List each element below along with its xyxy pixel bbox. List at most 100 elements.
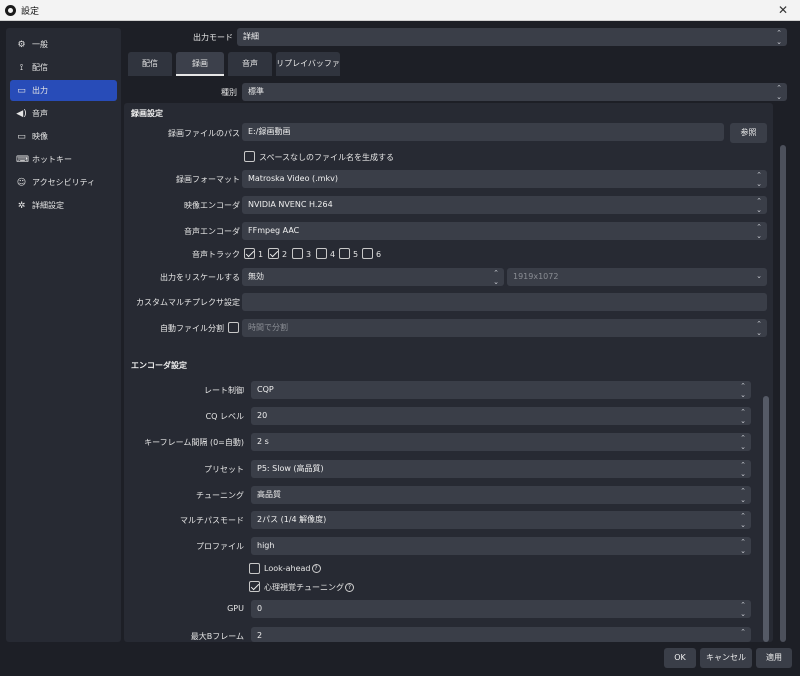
psycho-visual-tuning-checkbox[interactable] bbox=[249, 581, 260, 592]
settings-sidebar: ⚙ 一般 ⟟ 配信 ▭ 出力 ◀) 音声 ▭ 映像 ⌨ ホットキー ☺ アクセシ… bbox=[6, 28, 121, 642]
rescale-label: 出力をリスケールする bbox=[160, 273, 240, 282]
keyboard-icon: ⌨ bbox=[16, 154, 29, 165]
updown-icon: ⌃ ⌄ bbox=[740, 434, 746, 451]
track-4-label: 4 bbox=[330, 250, 336, 259]
apply-button[interactable]: 適用 bbox=[756, 648, 792, 668]
track-2-checkbox[interactable] bbox=[268, 248, 279, 259]
track-1-checkbox[interactable] bbox=[244, 248, 255, 259]
audio-encoder-select[interactable]: FFmpeg AAC ⌃ ⌄ bbox=[242, 222, 767, 240]
recording-path-input[interactable]: E:/録画動画 bbox=[242, 123, 724, 141]
tab-replay-buffer[interactable]: リプレイバッファ bbox=[276, 52, 340, 76]
cancel-button[interactable]: キャンセル bbox=[700, 648, 752, 668]
rescale-select[interactable]: 無効 ⌃ ⌄ bbox=[242, 268, 504, 286]
updown-icon: ⌃ ⌄ bbox=[740, 601, 746, 618]
sidebar-item-output[interactable]: ▭ 出力 bbox=[10, 80, 117, 101]
updown-icon: ⌃ ⌄ bbox=[756, 223, 762, 240]
gpu-stepper[interactable]: 0 ⌃ ⌄ bbox=[251, 600, 751, 618]
lookahead-label: Look-ahead? bbox=[264, 564, 321, 573]
track-1-label: 1 bbox=[258, 250, 264, 259]
browse-button[interactable]: 参照 bbox=[730, 123, 767, 143]
sidebar-item-label: アクセシビリティ bbox=[32, 178, 96, 187]
type-select[interactable]: 標準 ⌃ ⌄ bbox=[242, 83, 787, 101]
speaker-icon: ◀) bbox=[16, 108, 27, 119]
sidebar-item-hotkeys[interactable]: ⌨ ホットキー bbox=[10, 149, 117, 170]
output-settings-panel: 出力モード 詳細 ⌃ ⌄ 配信 録画 音声 リプレイバッファ 種別 標準 ⌃ ⌄ 録… bbox=[121, 21, 800, 642]
updown-icon: ⌃ bbox=[740, 628, 746, 636]
sidebar-item-accessibility[interactable]: ☺ アクセシビリティ bbox=[10, 172, 117, 193]
rate-control-select[interactable]: CQP ⌃ ⌄ bbox=[251, 381, 751, 399]
updown-icon: ⌃ ⌄ bbox=[740, 382, 746, 399]
encoder-scrollbar[interactable] bbox=[763, 396, 769, 642]
updown-icon: ⌃ ⌄ bbox=[756, 171, 762, 188]
recording-settings-section: 録画設定 録画ファイルのパス E:/録画動画 参照 スペースなしのファイル名を生… bbox=[124, 103, 773, 365]
close-icon[interactable]: ✕ bbox=[766, 0, 800, 21]
video-encoder-select[interactable]: NVIDIA NVENC H.264 ⌃ ⌄ bbox=[242, 196, 767, 214]
cq-level-label: CQ レベル bbox=[205, 412, 244, 421]
recording-path-label: 録画ファイルのパス bbox=[168, 129, 240, 138]
track-4-checkbox[interactable] bbox=[316, 248, 327, 259]
keyframe-interval-stepper[interactable]: 2 s ⌃ ⌄ bbox=[251, 433, 751, 451]
track-3-checkbox[interactable] bbox=[292, 248, 303, 259]
chevron-down-icon: ⌄ bbox=[756, 272, 762, 280]
ok-button[interactable]: OK bbox=[664, 648, 696, 668]
wrench-icon: ✲ bbox=[17, 200, 26, 211]
sidebar-item-stream[interactable]: ⟟ 配信 bbox=[10, 57, 117, 78]
preset-select[interactable]: P5: Slow (高品質) ⌃ ⌄ bbox=[251, 460, 751, 478]
auto-split-checkbox[interactable] bbox=[228, 322, 239, 333]
preset-label: プリセット bbox=[204, 465, 244, 474]
track-6-checkbox[interactable] bbox=[362, 248, 373, 259]
help-icon[interactable]: ? bbox=[311, 564, 321, 573]
track-6-label: 6 bbox=[376, 250, 382, 259]
antenna-icon: ⟟ bbox=[19, 62, 24, 73]
rate-control-label: レート制御 bbox=[204, 386, 244, 395]
cq-level-stepper[interactable]: 20 ⌃ ⌄ bbox=[251, 407, 751, 425]
tuning-label: チューニング bbox=[196, 491, 244, 500]
gpu-label: GPU bbox=[227, 604, 244, 613]
track-5-checkbox[interactable] bbox=[339, 248, 350, 259]
sidebar-item-label: 詳細設定 bbox=[32, 201, 64, 210]
sidebar-item-video[interactable]: ▭ 映像 bbox=[10, 126, 117, 147]
tab-stream[interactable]: 配信 bbox=[128, 52, 172, 76]
rescale-resolution-select[interactable]: 1919x1072 ⌄ bbox=[507, 268, 767, 286]
custom-muxer-input[interactable] bbox=[242, 293, 767, 311]
profile-select[interactable]: high ⌃ ⌄ bbox=[251, 537, 751, 555]
monitor-icon: ▭ bbox=[17, 131, 26, 142]
title-bar: 設定 ✕ bbox=[0, 0, 800, 21]
type-label: 種別 bbox=[221, 88, 237, 97]
max-bframes-stepper[interactable]: 2 ⌃ bbox=[251, 627, 751, 642]
accessibility-icon: ☺ bbox=[16, 177, 27, 188]
updown-icon: ⌃ ⌄ bbox=[493, 269, 499, 286]
track-2-label: 2 bbox=[282, 250, 288, 259]
tuning-select[interactable]: 高品質 ⌃ ⌄ bbox=[251, 486, 751, 504]
updown-icon: ⌃ ⌄ bbox=[756, 197, 762, 214]
recording-format-label: 録画フォーマット bbox=[176, 175, 240, 184]
tab-recording[interactable]: 録画 bbox=[176, 52, 224, 76]
tab-audio[interactable]: 音声 bbox=[228, 52, 272, 76]
sidebar-item-label: 映像 bbox=[32, 132, 48, 141]
updown-icon: ⌃ ⌄ bbox=[740, 512, 746, 529]
track-3-label: 3 bbox=[306, 250, 312, 259]
encoder-settings-section: エンコーダ設定 レート制御 CQP ⌃ ⌄ CQ レベル 20 ⌃ ⌄ キーフレーム… bbox=[124, 352, 773, 642]
video-encoder-label: 映像エンコーダ bbox=[184, 201, 240, 210]
profile-label: プロファイル bbox=[196, 542, 244, 551]
help-icon[interactable]: ? bbox=[345, 583, 354, 592]
output-mode-select[interactable]: 詳細 ⌃ ⌄ bbox=[237, 28, 787, 46]
sidebar-item-general[interactable]: ⚙ 一般 bbox=[10, 34, 117, 55]
updown-icon: ⌃ ⌄ bbox=[776, 84, 782, 101]
updown-icon: ⌃ ⌄ bbox=[776, 29, 782, 46]
gear-icon: ⚙ bbox=[17, 39, 26, 50]
auto-split-select[interactable]: 時間で分割 ⌃ ⌄ bbox=[242, 319, 767, 337]
multipass-select[interactable]: 2パス (1/4 解像度) ⌃ ⌄ bbox=[251, 511, 751, 529]
updown-icon: ⌃ ⌄ bbox=[740, 487, 746, 504]
main-scrollbar[interactable] bbox=[780, 145, 786, 642]
auto-split-label: 自動ファイル分割 bbox=[160, 324, 224, 333]
sidebar-item-audio[interactable]: ◀) 音声 bbox=[10, 103, 117, 124]
no-space-filename-checkbox[interactable] bbox=[244, 151, 255, 162]
output-mode-label: 出力モード bbox=[193, 33, 233, 42]
recording-settings-title: 録画設定 bbox=[131, 109, 163, 118]
lookahead-checkbox[interactable] bbox=[249, 563, 260, 574]
keyframe-interval-label: キーフレーム間隔 (0=自動) bbox=[144, 438, 244, 447]
sidebar-item-label: 一般 bbox=[32, 40, 48, 49]
sidebar-item-advanced[interactable]: ✲ 詳細設定 bbox=[10, 195, 117, 216]
recording-format-select[interactable]: Matroska Video (.mkv) ⌃ ⌄ bbox=[242, 170, 767, 188]
